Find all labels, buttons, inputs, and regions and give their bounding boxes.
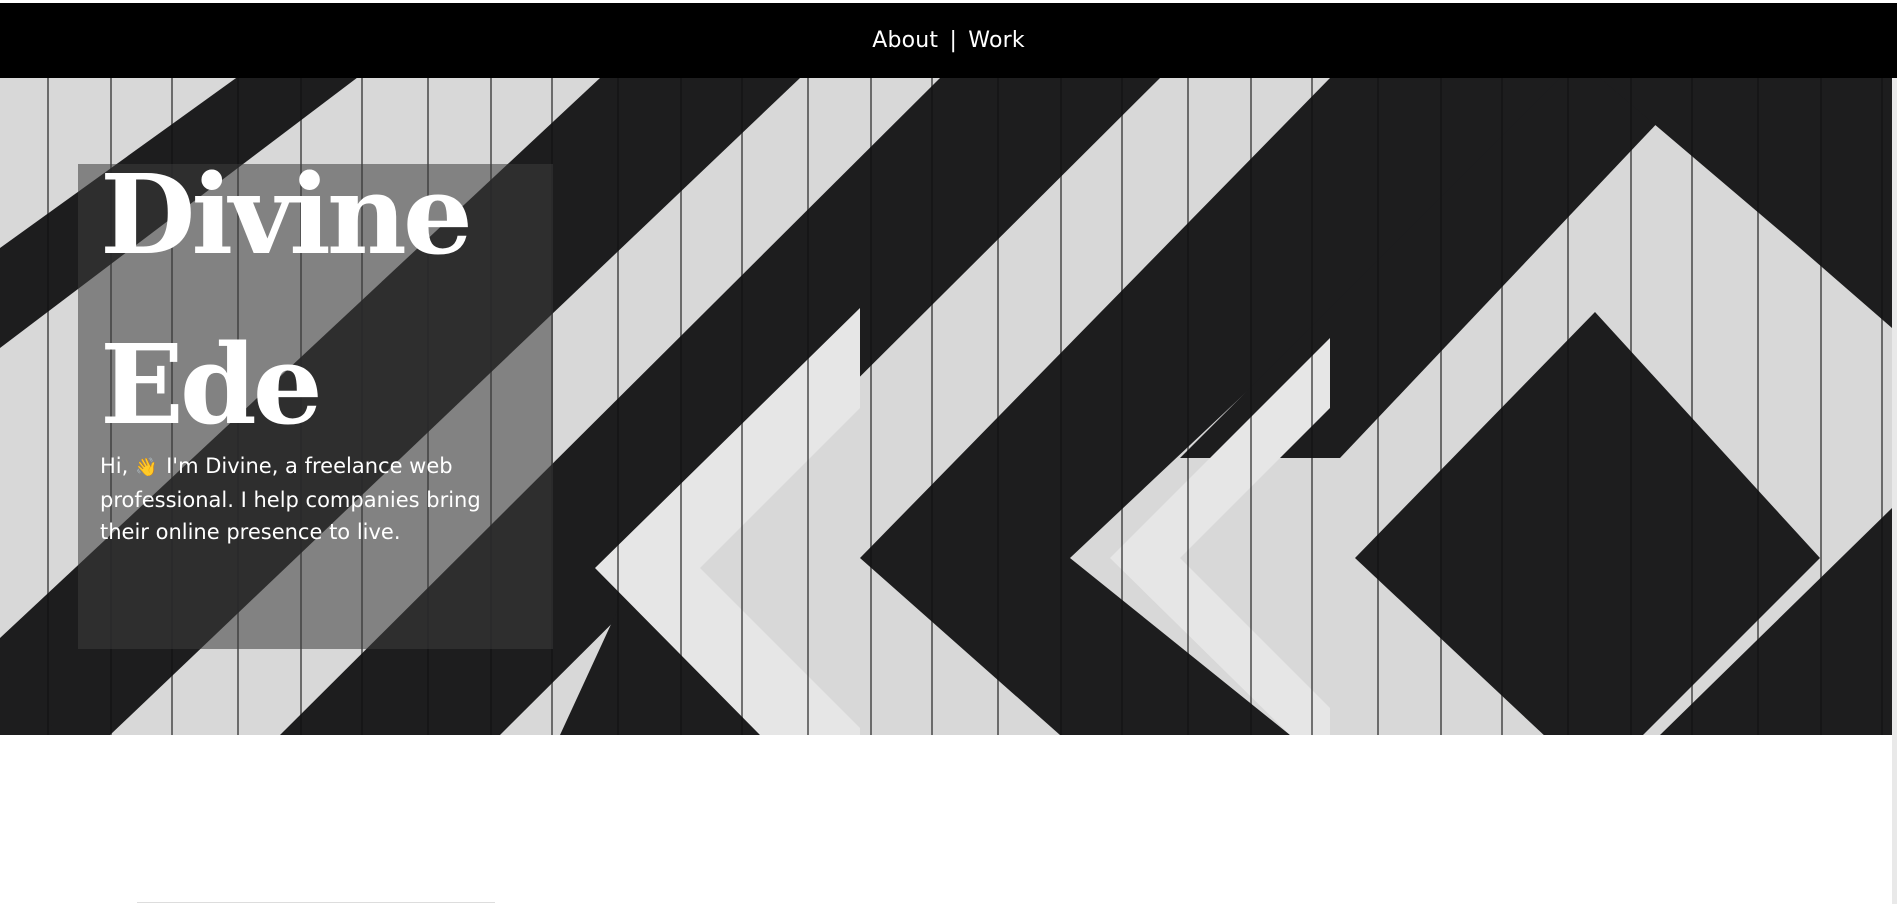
- greeting: Hi,: [100, 454, 129, 478]
- top-navbar: About | Work: [0, 3, 1897, 78]
- section-divider: [137, 902, 495, 903]
- hero-intro-text: Hi, 👋 I'm Divine, a freelance web profes…: [100, 450, 520, 548]
- scrollbar[interactable]: [1892, 78, 1897, 904]
- page: About | Work Divine Ede Hi, 👋 I'm Divine…: [0, 0, 1897, 904]
- nav-link-about[interactable]: About: [872, 28, 938, 53]
- nav-link-work[interactable]: Work: [968, 28, 1025, 53]
- hero-name-first: Divine: [100, 150, 473, 279]
- nav-separator: |: [949, 28, 958, 53]
- waving-hand-icon: 👋: [135, 457, 158, 478]
- nav-links: About | Work: [872, 28, 1025, 53]
- hero-name-last: Ede: [100, 320, 323, 449]
- hero-name-heading: Divine Ede: [100, 130, 473, 470]
